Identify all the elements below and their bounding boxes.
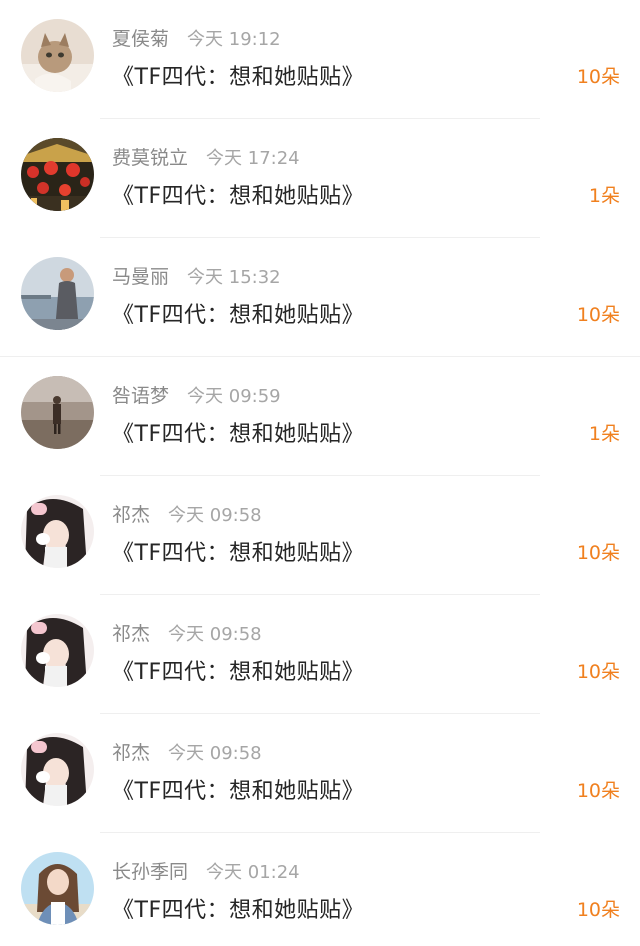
girl-selfie-icon: [21, 733, 94, 806]
beach-girl-icon: [21, 852, 94, 925]
avatar[interactable]: [21, 614, 94, 687]
lanterns-photo-icon: [21, 138, 94, 211]
sender-name: 祁杰 今天 09:58: [112, 504, 262, 526]
send-time: 今天 19:12: [187, 29, 281, 50]
sender-name: 祁杰 今天 09:58: [112, 623, 262, 645]
send-time: 今天 15:32: [187, 267, 281, 288]
flower-amount: 10朵: [576, 899, 620, 921]
flower-amount: 1朵: [588, 185, 620, 207]
send-time: 今天 01:24: [206, 862, 300, 883]
list-item[interactable]: 咎语梦 今天 09:59 《TF四代：想和她贴贴》 1朵: [0, 357, 640, 476]
field-person-icon: [21, 376, 94, 449]
sender-name: 夏侯菊 今天 19:12: [112, 28, 281, 50]
girl-selfie-icon: [21, 495, 94, 568]
flower-amount: 10朵: [576, 542, 620, 564]
flower-amount: 10朵: [576, 661, 620, 683]
list-item[interactable]: 长孙季同 今天 01:24 《TF四代：想和她贴贴》 10朵: [0, 833, 640, 946]
kitten-photo-icon: [21, 19, 94, 92]
list-item[interactable]: 费莫锐立 今天 17:24 《TF四代：想和她贴贴》 1朵: [0, 119, 640, 238]
gift-record-list: 夏侯菊 今天 19:12 《TF四代：想和她贴贴》 10朵 费莫锐立 今天 17:2…: [0, 0, 640, 946]
gift-title: 《TF四代：想和她贴贴》: [112, 422, 365, 447]
send-time: 今天 09:59: [187, 386, 281, 407]
sender-name: 费莫锐立 今天 17:24: [112, 147, 300, 169]
avatar[interactable]: [21, 257, 94, 330]
list-item[interactable]: 祁杰 今天 09:58 《TF四代：想和她贴贴》 10朵: [0, 595, 640, 714]
send-time: 今天 09:58: [168, 624, 262, 645]
gift-title: 《TF四代：想和她贴贴》: [112, 898, 365, 923]
avatar[interactable]: [21, 376, 94, 449]
sender-name: 马曼丽 今天 15:32: [112, 266, 281, 288]
seaside-person-icon: [21, 257, 94, 330]
send-time: 今天 09:58: [168, 505, 262, 526]
flower-amount: 10朵: [576, 304, 620, 326]
flower-amount: 10朵: [576, 66, 620, 88]
gift-title: 《TF四代：想和她贴贴》: [112, 779, 365, 804]
avatar[interactable]: [21, 138, 94, 211]
avatar[interactable]: [21, 852, 94, 925]
sender-name: 长孙季同 今天 01:24: [112, 861, 300, 883]
list-item[interactable]: 马曼丽 今天 15:32 《TF四代：想和她贴贴》 10朵: [0, 238, 640, 357]
send-time: 今天 17:24: [206, 148, 300, 169]
girl-selfie-icon: [21, 614, 94, 687]
avatar[interactable]: [21, 495, 94, 568]
sender-name: 祁杰 今天 09:58: [112, 742, 262, 764]
gift-title: 《TF四代：想和她贴贴》: [112, 660, 365, 685]
gift-title: 《TF四代：想和她贴贴》: [112, 541, 365, 566]
gift-title: 《TF四代：想和她贴贴》: [112, 65, 365, 90]
send-time: 今天 09:58: [168, 743, 262, 764]
gift-title: 《TF四代：想和她贴贴》: [112, 184, 365, 209]
flower-amount: 1朵: [588, 423, 620, 445]
flower-amount: 10朵: [576, 780, 620, 802]
avatar[interactable]: [21, 733, 94, 806]
gift-title: 《TF四代：想和她贴贴》: [112, 303, 365, 328]
list-item[interactable]: 夏侯菊 今天 19:12 《TF四代：想和她贴贴》 10朵: [0, 0, 640, 119]
list-item[interactable]: 祁杰 今天 09:58 《TF四代：想和她贴贴》 10朵: [0, 476, 640, 595]
list-item[interactable]: 祁杰 今天 09:58 《TF四代：想和她贴贴》 10朵: [0, 714, 640, 833]
sender-name: 咎语梦 今天 09:59: [112, 385, 281, 407]
avatar[interactable]: [21, 19, 94, 92]
